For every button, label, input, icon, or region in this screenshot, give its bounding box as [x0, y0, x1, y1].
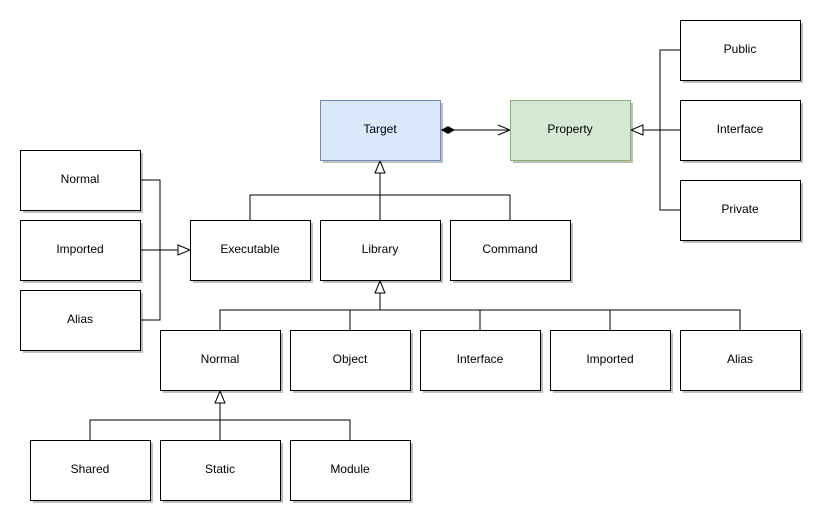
uml-diagram: Target Property Public Interface Private Norm…: [20, 20, 804, 504]
node-module[interactable]: Module: [290, 440, 414, 504]
node-label: Imported: [56, 242, 103, 256]
node-label: Target: [363, 122, 397, 136]
node-imported-exe[interactable]: Imported: [20, 220, 144, 284]
node-label: Module: [330, 462, 370, 476]
node-property[interactable]: Property: [510, 100, 634, 164]
node-static[interactable]: Static: [160, 440, 284, 504]
node-label: Normal: [201, 352, 240, 366]
property-generalization-edges: [659, 49, 680, 211]
node-label: Executable: [220, 242, 280, 256]
node-normal-exe[interactable]: Normal: [20, 150, 144, 214]
node-alias-lib[interactable]: Alias: [680, 330, 804, 394]
node-executable[interactable]: Executable: [190, 220, 314, 284]
node-library[interactable]: Library: [320, 220, 444, 284]
node-label: Alias: [67, 312, 93, 326]
node-label: Alias: [727, 352, 753, 366]
library-generalization-edges: [219, 309, 741, 330]
node-alias-exe[interactable]: Alias: [20, 290, 144, 354]
node-private[interactable]: Private: [680, 180, 804, 244]
node-target[interactable]: Target: [320, 100, 444, 164]
node-label: Interface: [457, 352, 504, 366]
node-shared[interactable]: Shared: [30, 440, 154, 504]
node-command[interactable]: Command: [450, 220, 574, 284]
node-label: Public: [724, 42, 757, 56]
node-label: Static: [205, 462, 235, 476]
node-label: Interface: [717, 122, 764, 136]
node-label: Imported: [586, 352, 633, 366]
normal-generalization-edges: [89, 419, 351, 440]
node-interface-lib[interactable]: Interface: [420, 330, 544, 394]
node-label: Property: [547, 122, 592, 136]
node-normal-lib[interactable]: Normal: [160, 330, 284, 394]
node-label: Normal: [61, 172, 100, 186]
node-label: Private: [721, 202, 759, 216]
node-imported-lib[interactable]: Imported: [550, 330, 674, 394]
node-label: Library: [362, 242, 399, 256]
target-generalization-edges: [249, 194, 511, 220]
node-interface-prop[interactable]: Interface: [680, 100, 804, 164]
node-object-lib[interactable]: Object: [290, 330, 414, 394]
node-label: Shared: [71, 462, 110, 476]
node-public[interactable]: Public: [680, 20, 804, 84]
node-label: Command: [482, 242, 537, 256]
node-label: Object: [333, 352, 368, 366]
